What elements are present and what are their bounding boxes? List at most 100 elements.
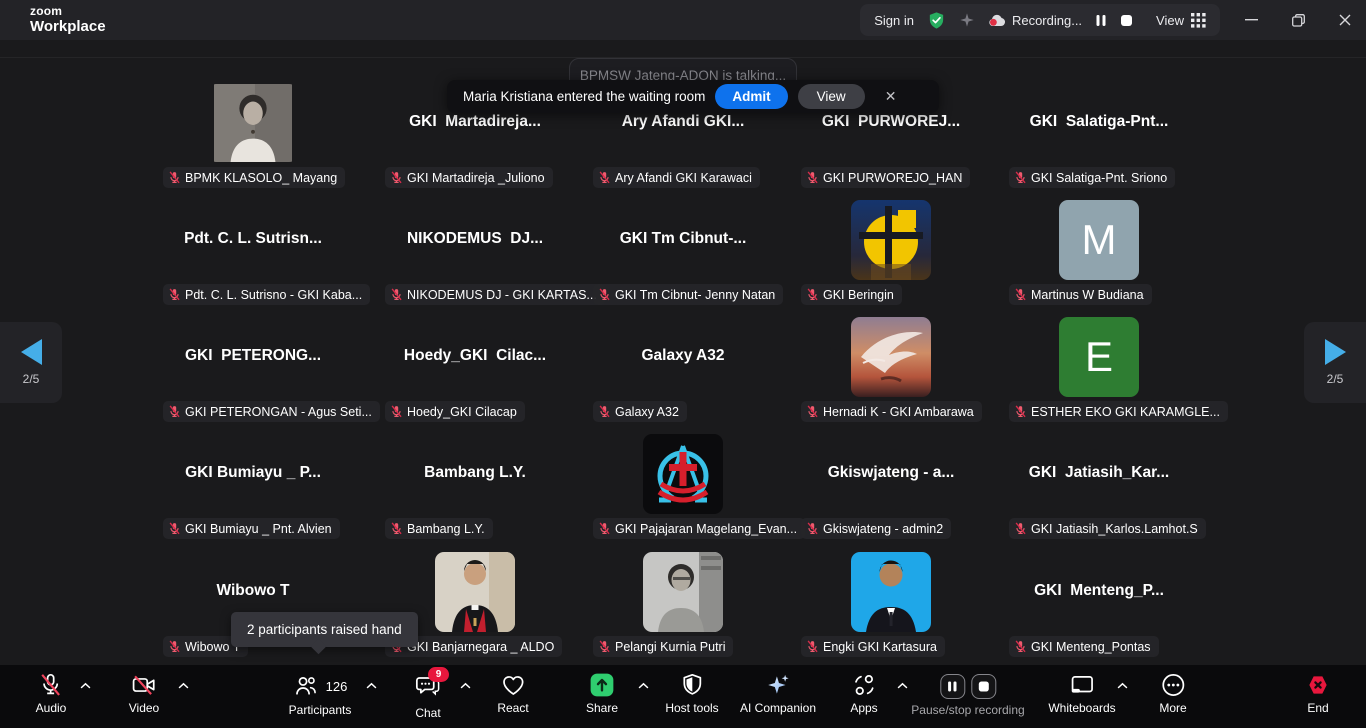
participant-tile[interactable]: Hernadi K - GKI Ambarawa [787, 314, 995, 424]
end-meeting-button[interactable]: End [1305, 672, 1331, 715]
banner-close-icon[interactable]: ✕ [879, 88, 903, 105]
participant-tile[interactable]: GKI Bumiayu _ P...GKI Bumiayu _ Pnt. Alv… [149, 431, 357, 541]
close-window-button[interactable] [1328, 4, 1362, 36]
ai-companion-label: AI Companion [740, 701, 816, 715]
share-options-caret[interactable] [638, 682, 649, 689]
participant-name-text: GKI PETERONGAN - Agus Seti... [185, 405, 372, 419]
muted-mic-icon [168, 405, 181, 418]
participant-tile[interactable]: GKI Pajajaran Magelang_Evan... [579, 431, 787, 541]
participants-label: Participants [289, 703, 352, 717]
participant-tile[interactable]: EESTHER EKO GKI KARAMGLE... [995, 314, 1203, 424]
participant-tile[interactable]: Gkiswjateng - a...Gkiswjateng - admin2 [787, 431, 995, 541]
participant-name-text: Hernadi K - GKI Ambarawa [823, 405, 974, 419]
participant-name-label: GKI PURWOREJO_HAN [801, 167, 970, 188]
video-options-caret[interactable] [178, 682, 189, 689]
muted-mic-icon [1014, 640, 1027, 653]
participant-tile[interactable]: Engki GKI Kartasura [787, 549, 995, 659]
participants-options-caret[interactable] [366, 682, 377, 689]
ai-companion-status-icon[interactable] [959, 12, 975, 28]
participant-name-text: GKI Pajajaran Magelang_Evan... [615, 522, 797, 536]
muted-mic-icon [168, 522, 181, 535]
pause-recording-button[interactable] [940, 674, 965, 699]
muted-mic-icon [168, 171, 181, 184]
participant-display-name: Gkiswjateng - a... [781, 464, 1001, 482]
waiting-room-message: Maria Kristiana entered the waiting room [463, 89, 705, 104]
muted-mic-icon [390, 288, 403, 301]
participant-avatar [435, 552, 515, 632]
admit-button[interactable]: Admit [715, 84, 787, 109]
participant-avatar [851, 552, 931, 632]
react-button[interactable]: React [497, 672, 528, 715]
stop-icon [978, 681, 989, 692]
chat-options-caret[interactable] [460, 682, 471, 689]
muted-mic-icon [390, 522, 403, 535]
video-button[interactable]: Video [129, 672, 159, 715]
maximize-restore-button[interactable] [1281, 4, 1315, 36]
participant-display-name: Wibowo T [143, 582, 363, 600]
participant-tile[interactable]: GKI Jatiasih_Kar...GKI Jatiasih_Karlos.L… [995, 431, 1203, 541]
previous-page-button[interactable]: 2/5 [0, 322, 62, 403]
security-shield-icon[interactable] [927, 11, 946, 30]
participant-name-label: BPMK KLASOLO_ Mayang [163, 167, 345, 188]
next-page-button[interactable]: 2/5 [1304, 322, 1366, 403]
page-indicator-left: 2/5 [23, 372, 40, 386]
end-meeting-icon [1305, 672, 1331, 698]
participants-button[interactable]: 126 Participants [289, 672, 352, 717]
participant-tile[interactable]: Galaxy A32Galaxy A32 [579, 314, 787, 424]
stop-recording-button[interactable] [971, 674, 996, 699]
participant-name-label: GKI Beringin [801, 284, 902, 305]
view-button[interactable]: View [1156, 13, 1206, 28]
more-button[interactable]: More [1159, 672, 1186, 715]
raised-hand-text: 2 participants raised hand [247, 622, 402, 637]
participant-tile[interactable]: NIKODEMUS DJ...NIKODEMUS DJ - GKI KARTAS… [371, 197, 579, 307]
participant-tile[interactable]: BPMK KLASOLO_ Mayang [149, 80, 357, 190]
participant-name-label: GKI Martadireja _Juliono [385, 167, 553, 188]
participant-avatar [851, 317, 931, 397]
recording-label: Recording... [1012, 13, 1082, 28]
share-button[interactable]: Share [586, 672, 618, 715]
ai-companion-button[interactable]: AI Companion [740, 672, 816, 715]
participant-tile[interactable]: GKI Tm Cibnut-...GKI Tm Cibnut- Jenny Na… [579, 197, 787, 307]
participant-name-text: Pdt. C. L. Sutrisno - GKI Kaba... [185, 288, 362, 302]
stop-recording-icon[interactable] [1120, 14, 1133, 27]
whiteboards-options-caret[interactable] [1117, 682, 1128, 689]
chat-button[interactable]: 9 Chat [415, 672, 441, 720]
apps-options-caret[interactable] [897, 682, 908, 689]
titlebar-status-cluster: Sign in Recording... View [860, 4, 1220, 36]
muted-mic-icon [598, 171, 611, 184]
participant-name-text: Gkiswjateng - admin2 [823, 522, 943, 536]
participant-name-text: Engki GKI Kartasura [823, 640, 937, 654]
whiteboards-icon [1069, 672, 1095, 698]
participant-tile[interactable]: Pelangi Kurnia Putri [579, 549, 787, 659]
page-indicator-right: 2/5 [1327, 372, 1344, 386]
react-label: React [497, 701, 528, 715]
previous-page-arrow-icon [21, 339, 42, 365]
participant-tile[interactable]: Hoedy_GKI Cilac...Hoedy_GKI Cilacap [371, 314, 579, 424]
apps-button[interactable]: Apps [850, 672, 877, 715]
sign-in-button[interactable]: Sign in [874, 13, 914, 28]
muted-mic-icon [806, 522, 819, 535]
audio-button[interactable]: Audio [36, 672, 67, 715]
pause-stop-recording-label: Pause/stop recording [911, 703, 1024, 717]
participant-tile[interactable]: GKI Salatiga-Pnt...GKI Salatiga-Pnt. Sri… [995, 80, 1203, 190]
pause-recording-icon[interactable] [1095, 14, 1107, 27]
close-icon [1339, 14, 1351, 26]
host-tools-button[interactable]: Host tools [665, 672, 718, 715]
participant-tile[interactable]: MMartinus W Budiana [995, 197, 1203, 307]
participant-tile[interactable]: Pdt. C. L. Sutrisn...Pdt. C. L. Sutrisno… [149, 197, 357, 307]
participant-tile[interactable]: GKI Beringin [787, 197, 995, 307]
minimize-button[interactable] [1234, 4, 1268, 36]
next-page-arrow-icon [1325, 339, 1346, 365]
video-label: Video [129, 701, 159, 715]
muted-mic-icon [598, 522, 611, 535]
logo-zoom-text: zoom [30, 5, 106, 17]
participant-tile[interactable]: GKI PETERONG...GKI PETERONGAN - Agus Set… [149, 314, 357, 424]
participant-tile[interactable]: GKI Menteng_P...GKI Menteng_Pontas [995, 549, 1203, 659]
gallery-grid-icon [1191, 13, 1206, 28]
whiteboards-button[interactable]: Whiteboards [1048, 672, 1115, 715]
participant-tile[interactable]: Bambang L.Y.Bambang L.Y. [371, 431, 579, 541]
banner-view-button[interactable]: View [798, 84, 865, 109]
participants-icon [293, 673, 319, 699]
audio-options-caret[interactable] [80, 682, 91, 689]
participant-display-name: GKI PETERONG... [143, 347, 363, 365]
